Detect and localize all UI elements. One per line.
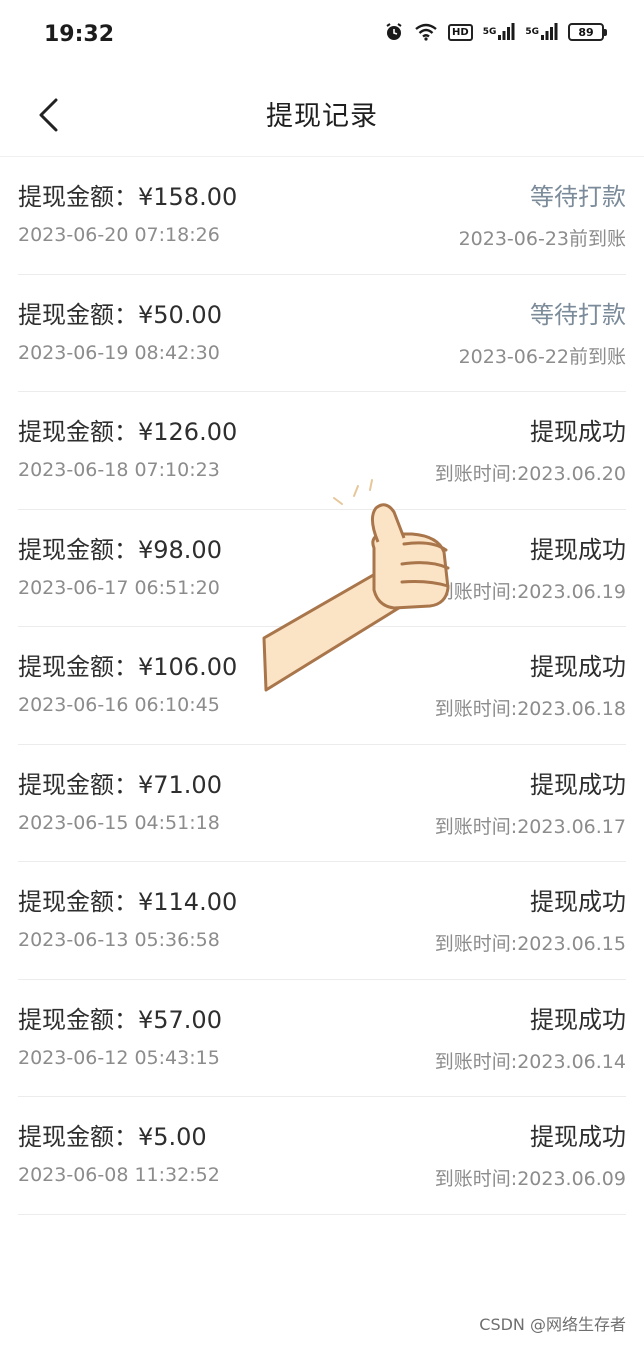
withdrawal-status: 提现成功 (530, 888, 626, 916)
alarm-icon (384, 22, 404, 42)
withdrawal-status: 等待打款 (530, 183, 626, 211)
list-item[interactable]: 提现金额：¥126.00 提现成功 2023-06-18 07:10:23 到账… (18, 392, 626, 510)
arrival-time: 到账时间:2023.06.09 (434, 1168, 626, 1190)
withdrawal-date: 2023-06-08 11:32:52 (18, 1164, 220, 1186)
arrival-time: 到账时间:2023.06.20 (434, 463, 626, 485)
withdrawal-record-list: 提现金额：¥158.00 等待打款 2023-06-20 07:18:26 20… (0, 157, 644, 1215)
arrival-time: 到账时间:2023.06.17 (434, 815, 626, 838)
signal-icon: 5G (525, 23, 558, 41)
withdrawal-date: 2023-06-16 06:10:45 (18, 694, 220, 716)
withdrawal-amount: 提现金额：¥50.00 (18, 300, 222, 329)
withdrawal-amount: 提现金额：¥71.00 (18, 770, 222, 799)
list-item[interactable]: 提现金额：¥114.00 提现成功 2023-06-13 05:36:58 到账… (18, 862, 626, 980)
withdrawal-status: 提现成功 (530, 653, 626, 681)
list-item[interactable]: 提现金额：¥57.00 提现成功 2023-06-12 05:43:15 到账时… (18, 980, 626, 1097)
status-bar: 19:32 HD 5G 5G 89 (0, 0, 644, 76)
list-item[interactable]: 提现金额：¥5.00 提现成功 2023-06-08 11:32:52 到账时间… (18, 1097, 626, 1215)
list-item[interactable]: 提现金额：¥50.00 等待打款 2023-06-19 08:42:30 202… (18, 275, 626, 392)
page-title: 提现记录 (266, 101, 378, 132)
arrival-time: 2023-06-23前到账 (458, 228, 626, 250)
withdrawal-status: 提现成功 (530, 770, 626, 799)
withdrawal-amount: 提现金额：¥57.00 (18, 1005, 222, 1034)
arrival-time: 到账时间:2023.06.14 (434, 1050, 626, 1073)
withdrawal-date: 2023-06-17 06:51:20 (18, 576, 220, 599)
hd-icon: HD (448, 23, 473, 41)
withdrawal-date: 2023-06-12 05:43:15 (18, 1046, 220, 1069)
status-time: 19:32 (44, 22, 115, 47)
arrival-time: 2023-06-22前到账 (458, 345, 626, 368)
list-item[interactable]: 提现金额：¥158.00 等待打款 2023-06-20 07:18:26 20… (18, 157, 626, 275)
withdrawal-status: 提现成功 (530, 535, 626, 564)
signal-icon: 5G (483, 23, 516, 41)
withdrawal-status: 提现成功 (530, 1123, 626, 1151)
watermark: CSDN @网络生存者 (479, 1315, 626, 1334)
withdrawal-date: 2023-06-15 04:51:18 (18, 811, 220, 834)
status-icons: HD 5G 5G 89 (384, 22, 607, 42)
network-label: 5G (482, 27, 497, 37)
withdrawal-amount: 提现金额：¥98.00 (18, 535, 222, 564)
withdrawal-amount: 提现金额：¥114.00 (18, 888, 238, 916)
withdrawal-amount: 提现金额：¥126.00 (18, 418, 238, 446)
withdrawal-status: 提现成功 (530, 1005, 626, 1034)
withdrawal-status: 提现成功 (530, 418, 626, 446)
list-item[interactable]: 提现金额：¥98.00 提现成功 2023-06-17 06:51:20 到账时… (18, 510, 626, 627)
arrival-time: 到账时间:2023.06.18 (434, 698, 626, 720)
wifi-icon (414, 23, 438, 41)
withdrawal-amount: 提现金额：¥158.00 (18, 183, 238, 211)
list-item[interactable]: 提现金额：¥71.00 提现成功 2023-06-15 04:51:18 到账时… (18, 745, 626, 862)
withdrawal-status: 等待打款 (530, 300, 626, 329)
withdrawal-date: 2023-06-20 07:18:26 (18, 224, 220, 246)
withdrawal-amount: 提现金额：¥5.00 (18, 1123, 207, 1151)
withdrawal-date: 2023-06-19 08:42:30 (18, 341, 220, 364)
arrival-time: 到账时间:2023.06.19 (434, 580, 626, 603)
battery-icon: 89 (568, 23, 607, 41)
list-item[interactable]: 提现金额：¥106.00 提现成功 2023-06-16 06:10:45 到账… (18, 627, 626, 745)
network-label: 5G (525, 27, 539, 37)
nav-bar: 提现记录 (0, 76, 644, 157)
withdrawal-amount: 提现金额：¥106.00 (18, 653, 238, 681)
withdrawal-date: 2023-06-13 05:36:58 (18, 929, 220, 951)
arrival-time: 到账时间:2023.06.15 (434, 933, 626, 955)
withdrawal-date: 2023-06-18 07:10:23 (18, 459, 220, 481)
